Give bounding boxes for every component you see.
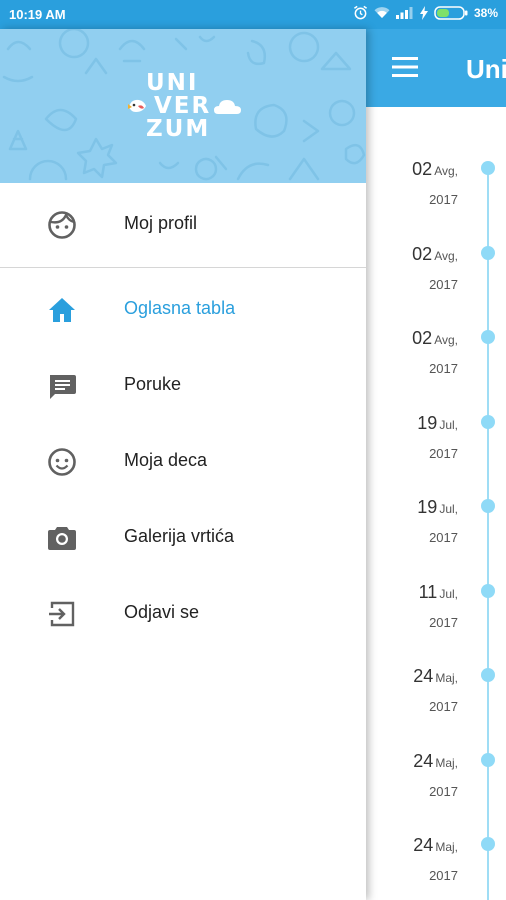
navigation-drawer: UNI VER ZUM Moj profil Oglasna tabla Por…	[0, 29, 366, 900]
timeline-entry[interactable]: 24 Maj, 2017	[366, 835, 506, 900]
drawer-header: UNI VER ZUM	[0, 29, 366, 183]
timeline-day-number: 02	[412, 243, 433, 264]
timeline-year: 2017	[429, 868, 458, 883]
timeline-dot	[481, 499, 495, 513]
timeline-day: 02 Avg,	[412, 328, 458, 349]
charging-icon	[419, 5, 428, 20]
univerzum-logo: UNI VER ZUM	[126, 69, 246, 149]
timeline-dot	[481, 245, 495, 260]
wifi-icon	[374, 6, 390, 19]
timeline-dot	[481, 752, 495, 767]
timeline-day: 19 Jul,	[417, 413, 458, 434]
menu-item-odjavi-se[interactable]: Odjavi se	[0, 576, 366, 652]
menu-item-moj-profil[interactable]: Moj profil	[0, 187, 366, 263]
message-icon	[46, 370, 78, 402]
menu-item-galerija-vrtica[interactable]: Galerija vrtića	[0, 500, 366, 576]
timeline-entry[interactable]: 11 Jul, 2017	[366, 582, 506, 666]
timeline-dot	[481, 668, 495, 682]
status-bar: 10:19 AM 38%	[0, 0, 506, 29]
menu-item-poruke[interactable]: Poruke	[0, 348, 366, 424]
timeline-day-number: 02	[412, 328, 433, 348]
home-icon	[46, 294, 78, 326]
menu-item-oglasna-tabla[interactable]: Oglasna tabla	[0, 272, 366, 348]
app-bar: Uni	[366, 29, 506, 107]
timeline-entry[interactable]: 24 Maj, 2017	[366, 751, 506, 835]
timeline-day-number: 11	[418, 581, 438, 602]
timeline-day: 24 Maj,	[413, 666, 458, 687]
face-icon	[46, 209, 78, 241]
timeline-year: 2017	[429, 614, 458, 630]
menu-label-poruke: Poruke	[124, 374, 182, 394]
timeline-entry[interactable]: 19 Jul, 2017	[366, 497, 506, 581]
menu-label-moja-deca: Moja deca	[124, 450, 208, 470]
timeline-day-number: 19	[417, 412, 438, 433]
status-icons: 38%	[353, 5, 498, 20]
timeline-entry[interactable]: 24 Maj, 2017	[366, 666, 506, 750]
timeline-day-number: 24	[413, 835, 434, 855]
camera-icon	[46, 522, 78, 554]
timeline-year: 2017	[429, 276, 458, 292]
timeline-month: Avg,	[434, 333, 458, 347]
status-time: 10:19 AM	[9, 7, 66, 22]
timeline-dot	[481, 414, 495, 429]
app-title: Uni	[466, 54, 506, 84]
menu-item-moja-deca[interactable]: Moja deca	[0, 424, 366, 500]
battery-icon	[434, 5, 468, 20]
timeline-month: Maj,	[435, 840, 458, 854]
timeline-year: 2017	[429, 699, 458, 714]
timeline-dot	[481, 583, 495, 598]
menu-label-odjavi-se: Odjavi se	[124, 602, 200, 622]
logo-line-3: ZUM	[146, 116, 211, 142]
menu-label-moj-profil: Moj profil	[124, 213, 198, 233]
timeline-month: Maj,	[435, 755, 458, 770]
timeline-month: Avg,	[434, 164, 458, 178]
timeline-day: 24 Maj,	[413, 835, 458, 856]
timeline-day: 24 Maj,	[413, 751, 458, 772]
timeline-month: Maj,	[435, 671, 458, 685]
timeline-month: Avg,	[434, 248, 458, 263]
timeline-day: 19 Jul,	[417, 497, 458, 518]
bird-icon	[128, 99, 146, 112]
timeline-dot	[481, 161, 495, 175]
menu-label-oglasna-tabla: Oglasna tabla	[124, 298, 236, 318]
timeline-day-number: 02	[412, 159, 433, 179]
timeline-entry[interactable]: 02 Avg, 2017	[366, 159, 506, 243]
timeline-year: 2017	[429, 361, 458, 376]
timeline-dot	[481, 837, 495, 851]
timeline-content: 02 Avg, 2017 02 Avg, 2017 02 Avg, 2017 19 Jul, 2017…	[366, 107, 506, 900]
timeline-day-number: 24	[413, 750, 434, 771]
timeline-year: 2017	[429, 192, 458, 207]
timeline-entry[interactable]: 02 Avg, 2017	[366, 328, 506, 412]
timeline-month: Jul,	[439, 586, 458, 601]
timeline-entry[interactable]: 02 Avg, 2017	[366, 244, 506, 328]
timeline-dot	[481, 330, 495, 344]
timeline-month: Jul,	[439, 417, 458, 432]
timeline-entry[interactable]: 19 Jul, 2017	[366, 413, 506, 497]
child-face-icon	[46, 446, 78, 478]
logo-line-1: UNI	[146, 70, 199, 96]
battery-percent: 38%	[473, 5, 498, 20]
logo-line-2: VER	[154, 93, 212, 119]
timeline-day-number: 24	[413, 666, 434, 686]
alarm-icon	[353, 5, 368, 20]
menu-divider	[0, 267, 366, 268]
timeline-year: 2017	[429, 445, 458, 461]
logout-icon	[46, 598, 78, 630]
timeline-month: Jul,	[439, 502, 458, 516]
cloud-icon	[214, 100, 241, 114]
timeline-year: 2017	[429, 783, 458, 799]
timeline-day: 11 Jul,	[419, 582, 458, 603]
timeline-day: 02 Avg,	[412, 159, 458, 180]
timeline-day: 02 Avg,	[412, 244, 458, 265]
timeline-year: 2017	[429, 530, 458, 545]
signal-icon	[395, 6, 414, 19]
menu-label-galerija-vrtica: Galerija vrtića	[124, 526, 235, 546]
timeline-day-number: 19	[417, 497, 438, 517]
hamburger-menu-icon[interactable]	[392, 57, 418, 82]
